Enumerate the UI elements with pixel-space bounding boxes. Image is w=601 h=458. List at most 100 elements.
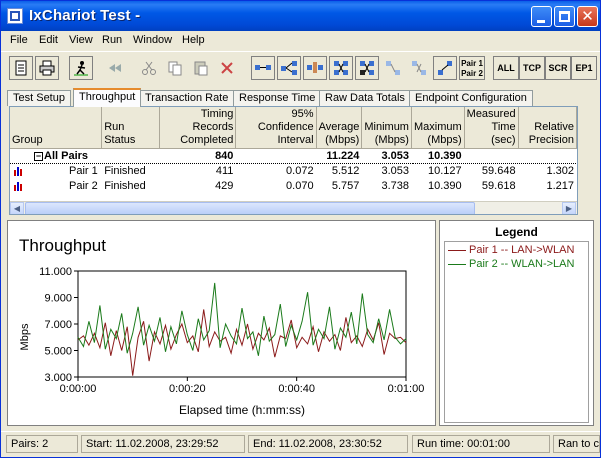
col-timing-records[interactable]: Timing Records Completed [159, 107, 237, 149]
col-average[interactable]: Average (Mbps) [316, 107, 363, 149]
maximize-button[interactable] [554, 6, 575, 27]
tab-test-setup[interactable]: Test Setup [7, 90, 71, 106]
cut-icon [142, 61, 156, 75]
pair-icon [255, 65, 271, 70]
col-group[interactable]: Group [10, 107, 103, 149]
status-end: End: 11.02.2008, 23:30:52 [248, 435, 408, 453]
legend-swatch-pair-1 [448, 249, 466, 251]
pair-2-name: Pair 2 [69, 180, 98, 192]
title-bar[interactable]: IxChariot Test - ✕ [1, 1, 600, 31]
legend-item-pair-2[interactable]: Pair 2 -- WLAN->LAN [448, 258, 574, 270]
filter-tcp-button[interactable]: TCP [519, 56, 545, 80]
pair-2-precision: 1.217 [518, 178, 577, 194]
print-button[interactable] [35, 56, 59, 80]
rewind-button[interactable] [103, 56, 127, 80]
horizontal-scrollbar[interactable]: ◀ ▶ [10, 201, 577, 214]
menu-view[interactable]: View [69, 34, 93, 46]
filter-scr-button[interactable]: SCR [545, 56, 571, 80]
pair-toggle-line-2: Pair 2 [461, 69, 483, 78]
swap-button[interactable] [433, 56, 457, 80]
paste-button[interactable] [189, 56, 213, 80]
scroll-left-icon[interactable]: ◀ [10, 202, 24, 214]
all-pairs-precision [518, 148, 577, 164]
menu-run[interactable]: Run [102, 34, 122, 46]
rewind-icon [109, 64, 121, 72]
edit-pair-icon [334, 61, 348, 75]
print-icon [39, 60, 55, 76]
pair-1-status: Finished [101, 163, 160, 179]
results-table: Group Run Status Timing Records Complete… [10, 107, 577, 194]
pair-2-average: 5.757 [316, 178, 363, 194]
collapse-icon[interactable]: − [34, 151, 43, 161]
replicate-button[interactable] [381, 56, 405, 80]
mark-button[interactable] [407, 56, 431, 80]
menu-window[interactable]: Window [133, 34, 172, 46]
swap-icon [438, 61, 452, 75]
cut-button[interactable] [137, 56, 161, 80]
pair-2-maximum: 10.390 [411, 178, 465, 194]
delete-button[interactable] [215, 56, 239, 80]
close-button[interactable]: ✕ [577, 6, 598, 27]
throughput-chart-pane: Throughput Mbps Elapsed time (h:mm:ss) 3… [7, 220, 436, 426]
bar-chart-icon [14, 167, 22, 177]
status-pairs: Pairs: 2 [6, 435, 78, 453]
scroll-right-icon[interactable]: ▶ [562, 202, 576, 214]
bar-chart-icon [14, 182, 22, 192]
run-icon [74, 61, 88, 76]
filter-ep1-button[interactable]: EP1 [571, 56, 597, 80]
col-minimum[interactable]: Minimum (Mbps) [361, 107, 412, 149]
col-measured-time[interactable]: Measured Time (sec) [464, 107, 519, 149]
table-row-all-pairs[interactable]: − All Pairs 840 11.224 3.053 10.390 [10, 148, 577, 164]
pair-2-records: 429 [159, 178, 237, 194]
add-multicast-button[interactable] [277, 56, 301, 80]
table-row[interactable]: Pair 1 Finished 411 0.072 5.512 3.053 10… [10, 163, 577, 179]
pair-1-ci: 0.072 [235, 163, 317, 179]
table-row[interactable]: Pair 2 Finished 429 0.070 5.757 3.738 10… [10, 178, 577, 194]
col-confidence-interval[interactable]: 95% Confidence Interval [235, 107, 317, 149]
plot-area [77, 270, 407, 378]
new-doc-icon [15, 60, 27, 76]
all-pairs-group-cell: − All Pairs [10, 148, 103, 164]
toolbar: Pair 1 Pair 2 ALL TCP SCR EP1 [1, 51, 600, 83]
add-pair-button[interactable] [251, 56, 275, 80]
col-relative-precision[interactable]: Relative Precision [518, 107, 577, 149]
minimize-button[interactable] [531, 6, 552, 27]
menu-file[interactable]: File [10, 34, 28, 46]
col-run-status[interactable]: Run Status [101, 107, 160, 149]
new-button[interactable] [9, 56, 33, 80]
scroll-thumb[interactable] [25, 202, 475, 214]
all-pairs-maximum: 10.390 [411, 148, 465, 164]
pair-1-average: 5.512 [316, 163, 363, 179]
copy-button[interactable] [163, 56, 187, 80]
rename-pair-icon [360, 61, 374, 75]
filter-all-button[interactable]: ALL [493, 56, 519, 80]
window-title: IxChariot Test - [29, 7, 141, 24]
run-button[interactable] [69, 56, 93, 80]
x-tick-label: 0:00:00 [60, 383, 97, 395]
col-maximum[interactable]: Maximum (Mbps) [411, 107, 465, 149]
all-pairs-minimum: 3.053 [361, 148, 412, 164]
tab-transaction-rate[interactable]: Transaction Rate [139, 90, 235, 106]
legend-item-pair-1[interactable]: Pair 1 -- LAN->WLAN [448, 244, 574, 256]
all-pairs-ci [235, 148, 317, 164]
legend-pane: Legend Pair 1 -- LAN->WLAN Pair 2 -- WLA… [439, 220, 594, 426]
pair-1-minimum: 3.053 [361, 163, 412, 179]
pair-toggle-button[interactable]: Pair 1 Pair 2 [459, 56, 485, 80]
tab-response-time[interactable]: Response Time [233, 90, 322, 106]
menu-edit[interactable]: Edit [39, 34, 58, 46]
grid-header-row: Group Run Status Timing Records Complete… [10, 107, 577, 149]
status-start: Start: 11.02.2008, 23:29:52 [81, 435, 245, 453]
tab-endpoint-configuration[interactable]: Endpoint Configuration [409, 90, 533, 106]
rename-pair-button[interactable] [355, 56, 379, 80]
edit-pair-button[interactable] [329, 56, 353, 80]
menu-help[interactable]: Help [182, 34, 205, 46]
hardware-pair-button[interactable] [303, 56, 327, 80]
tab-raw-data-totals[interactable]: Raw Data Totals [319, 90, 411, 106]
mark-icon [412, 61, 426, 75]
tab-throughput[interactable]: Throughput [73, 88, 142, 107]
legend-box: Pair 1 -- LAN->WLAN Pair 2 -- WLAN->LAN [444, 241, 589, 423]
status-ran-to: Ran to c [553, 435, 600, 453]
all-pairs-status [101, 148, 160, 164]
y-tick-label: 5.000 [44, 346, 72, 358]
status-bar: Pairs: 2 Start: 11.02.2008, 23:29:52 End… [1, 431, 600, 457]
